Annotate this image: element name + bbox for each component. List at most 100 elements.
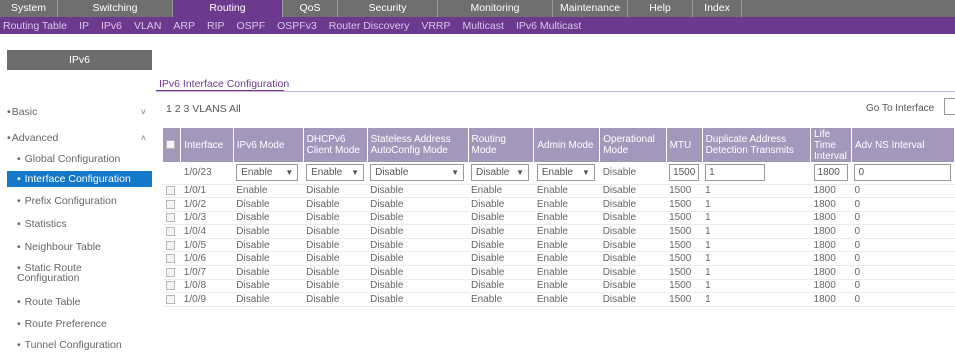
table-cell: 1800 (810, 211, 852, 226)
sidebar-item-label: Interface Configuration (24, 173, 131, 185)
nav-tab-index[interactable]: Index (693, 0, 742, 17)
subnav-ospf[interactable]: OSPF (237, 20, 266, 32)
dad-input[interactable]: 1 (705, 164, 766, 182)
table-row[interactable]: 1/0/2 Disable Disable Disable Disable Enable D… (163, 197, 955, 212)
edit-cell-dad: 1 (702, 162, 811, 185)
advns-input[interactable]: 0 (854, 164, 952, 182)
sidebar-item-neighbour-table[interactable]: • Neighbour Table (7, 239, 152, 255)
table-row[interactable]: 1/0/4 Disable Disable Disable Disable Enable D… (163, 224, 955, 239)
bullet-icon: • (17, 339, 24, 351)
table-row[interactable]: 1/0/1 Enable Disable Disable Enable Enable Dis… (163, 184, 955, 199)
table-row[interactable]: 1/0/8 Disable Disable Disable Disable Enable D… (163, 279, 955, 294)
sidebar-item-basic[interactable]: •Basic ˅ (7, 106, 152, 118)
subnav-vlan[interactable]: VLAN (134, 20, 161, 32)
checkbox-icon[interactable] (166, 254, 175, 264)
checkbox-icon[interactable] (166, 267, 175, 277)
nav-tab-help[interactable]: Help (628, 0, 693, 17)
subnav-ipv6-multicast[interactable]: IPv6 Multicast (516, 20, 581, 32)
sidebar-item-advanced[interactable]: •Advanced ˄ (7, 132, 152, 144)
table-row[interactable]: 1/0/5 Disable Disable Disable Disable Enable D… (163, 238, 955, 253)
table-cell: Disable (367, 184, 469, 199)
select-value: Disable (476, 167, 510, 179)
sidebar-item-route-table[interactable]: • Route Table (7, 294, 152, 310)
sidebar-item-static-route-configuration[interactable]: • Static Route Configuration (7, 263, 152, 291)
nav-tab-qos[interactable]: QoS (283, 0, 338, 17)
table-cell: 0 (851, 292, 955, 307)
table-cell: Disable (367, 292, 469, 307)
subnav-router-discovery[interactable]: Router Discovery (329, 20, 410, 32)
checkbox-icon[interactable] (166, 240, 175, 250)
sidebar-item-statistics[interactable]: • Statistics (7, 216, 152, 232)
subnav-multicast[interactable]: Multicast (463, 20, 504, 32)
table-row[interactable]: 1/0/6 Disable Disable Disable Disable Enable D… (163, 251, 955, 267)
subnav-rip[interactable]: RIP (207, 20, 225, 32)
subnav-routing-table[interactable]: Routing Table (3, 20, 67, 32)
checkbox-icon[interactable] (166, 199, 175, 209)
nav-tab-monitoring[interactable]: Monitoring (438, 0, 553, 17)
sidebar-item-route-preference[interactable]: • Route Preference (7, 316, 152, 332)
mtu-input[interactable]: 1500 (669, 164, 700, 182)
checkbox-icon[interactable] (166, 186, 175, 196)
row-checkbox-cell (163, 197, 181, 212)
bullet-icon: • (17, 318, 24, 330)
table-row[interactable]: 1/0/3 Disable Disable Disable Disable Enable D… (163, 211, 955, 226)
subnav-arp[interactable]: ARP (173, 20, 195, 32)
table-cell: 1/0/2 (180, 197, 234, 212)
nav-tab-security[interactable]: Security (338, 0, 438, 17)
tab-ipv6-interface-configuration[interactable]: IPv6 Interface Configuration (159, 78, 289, 90)
table-cell: Disable (599, 251, 667, 267)
table-row[interactable]: 1/0/7 Disable Disable Disable Disable Enable D… (163, 265, 955, 280)
subnav-ospfv3[interactable]: OSPFv3 (277, 20, 317, 32)
column-header-admin-mode: Admin Mode (533, 128, 601, 162)
nav-filler (742, 0, 955, 17)
table-cell: Enable (533, 292, 600, 307)
chevron-down-icon[interactable]: ˅ (141, 106, 146, 118)
ipv6-mode-select[interactable]: Enable ▼ (236, 164, 299, 182)
table-row[interactable]: 1/0/9 Disable Disable Disable Enable Enable Di… (163, 292, 955, 307)
nav-tab-maintenance[interactable]: Maintenance (553, 0, 628, 17)
edit-cell-operational: Disable (599, 162, 667, 185)
interface-table: Interface IPv6 Mode DHCPv6 Client Mode Stat… (163, 128, 955, 307)
sidebar-item-label: Basic (11, 106, 38, 118)
checkbox-icon[interactable] (166, 281, 175, 291)
table-cell: Disable (468, 238, 534, 253)
nav-tab-system[interactable]: System (0, 0, 58, 17)
table-cell: 1/0/4 (180, 224, 234, 239)
table-cell: Disable (468, 224, 534, 239)
admin-select[interactable]: Enable ▼ (536, 164, 595, 182)
bullet-icon: • (7, 106, 11, 118)
column-header-life-time-interval: Life Time Interval (810, 128, 852, 162)
subnav-ip[interactable]: IP (79, 20, 89, 32)
table-cell: Enable (533, 197, 600, 212)
lifetime-input[interactable]: 1800 (813, 164, 848, 182)
stateless-select[interactable]: Disable ▼ (370, 164, 465, 182)
table-cell: Disable (233, 292, 304, 307)
sidebar-item-global-configuration[interactable]: • Global Configuration (7, 152, 152, 167)
nav-tab-routing[interactable]: Routing (173, 0, 283, 17)
column-header-dhcpv6-client-mode: DHCPv6 Client Mode (303, 128, 368, 162)
checkbox-icon[interactable] (166, 294, 175, 304)
checkbox-icon[interactable] (166, 213, 175, 223)
sidebar-item-interface-configuration[interactable]: • Interface Configuration (7, 171, 152, 187)
nav-tab-switching[interactable]: Switching (58, 0, 173, 17)
subnav-vrrp[interactable]: VRRP (421, 20, 450, 32)
checkbox-icon[interactable] (166, 226, 175, 236)
dhcp-mode-select[interactable]: Enable ▼ (306, 164, 365, 182)
chevron-up-icon[interactable]: ˄ (141, 132, 146, 144)
table-cell: 0 (851, 224, 955, 239)
checkbox-icon[interactable] (166, 140, 175, 150)
sidebar-item-prefix-configuration[interactable]: • Prefix Configuration (7, 193, 152, 209)
table-cell: Enable (233, 184, 304, 199)
row-checkbox-cell (163, 279, 181, 294)
column-header-duplicate-address-detection-transmits: Duplicate Address Detection Transmits (702, 128, 812, 162)
goto-interface-input[interactable] (944, 98, 955, 115)
routing-select[interactable]: Disable ▼ (471, 164, 530, 182)
table-cell: Disable (599, 197, 667, 212)
sidebar-item-tunnel-configuration[interactable]: • Tunnel Configuration (7, 337, 152, 353)
table-cell: Disable (367, 279, 469, 294)
table-cell: Disable (599, 184, 667, 199)
subnav-ipv6[interactable]: IPv6 (101, 20, 122, 32)
bullet-icon: • (7, 132, 11, 144)
edit-cell-stateless: Disable ▼ (367, 162, 469, 185)
interface-filter[interactable]: 1 2 3 VLANS All (166, 103, 241, 115)
